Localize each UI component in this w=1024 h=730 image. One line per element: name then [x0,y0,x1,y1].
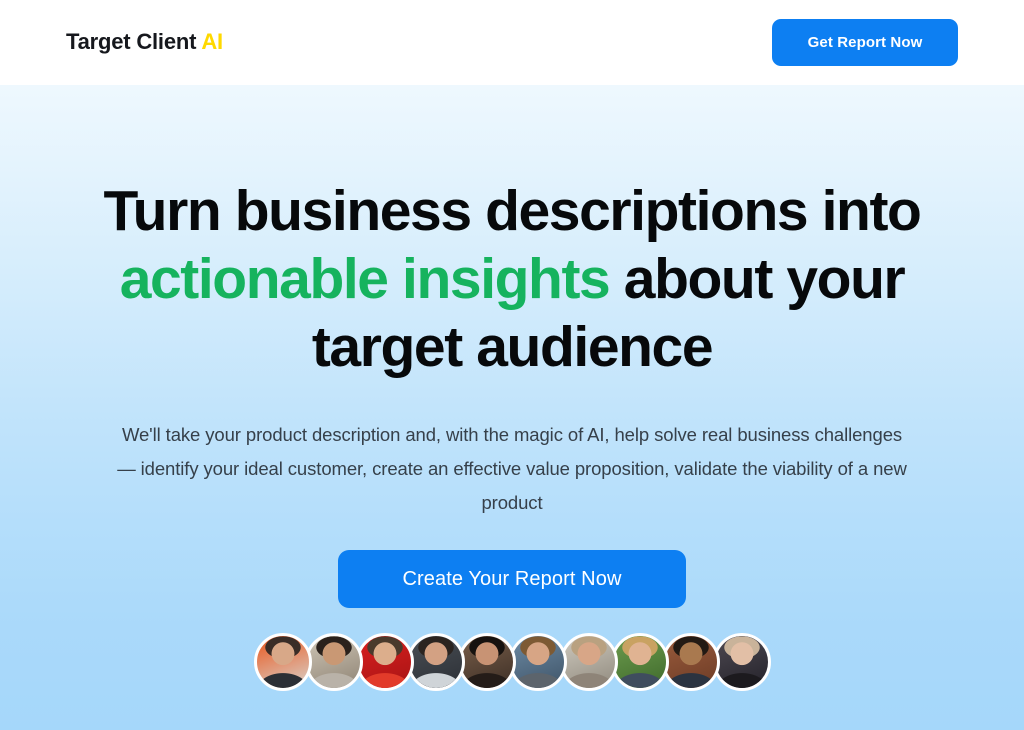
brand-logo-accent: AI [201,29,223,54]
avatar-portrait [664,636,717,688]
create-report-button[interactable]: Create Your Report Now [338,550,686,608]
avatar-portrait [511,636,564,688]
hero-section: Turn business descriptions into actionab… [0,85,1024,730]
avatar-portrait [409,636,462,688]
avatar-portrait [307,636,360,688]
hero-headline: Turn business descriptions into actionab… [52,177,972,381]
avatar [355,633,414,691]
avatar-portrait [562,636,615,688]
get-report-now-button[interactable]: Get Report Now [772,19,958,66]
avatar-portrait [715,636,768,688]
avatar-portrait [613,636,666,688]
avatar [304,633,363,691]
avatar [712,633,771,691]
site-header: Target Client AI Get Report Now [0,0,1024,85]
social-proof-avatars [0,633,1024,691]
avatar [661,633,720,691]
headline-segment-1: Turn business descriptions into [103,179,922,243]
avatar [508,633,567,691]
headline-accent: actionable insights [119,247,611,311]
avatar [253,633,312,691]
avatar [610,633,669,691]
avatar-portrait [358,636,411,688]
avatar [559,633,618,691]
avatar-portrait [460,636,513,688]
hero-subheadline: We'll take your product description and,… [117,424,907,513]
brand-logo-text: Target Client [66,29,202,54]
avatar [406,633,465,691]
brand-logo[interactable]: Target Client AI [66,28,223,56]
landing-page: Target Client AI Get Report Now Turn bus… [0,0,1024,730]
avatar-portrait [256,636,309,688]
avatar [457,633,516,691]
